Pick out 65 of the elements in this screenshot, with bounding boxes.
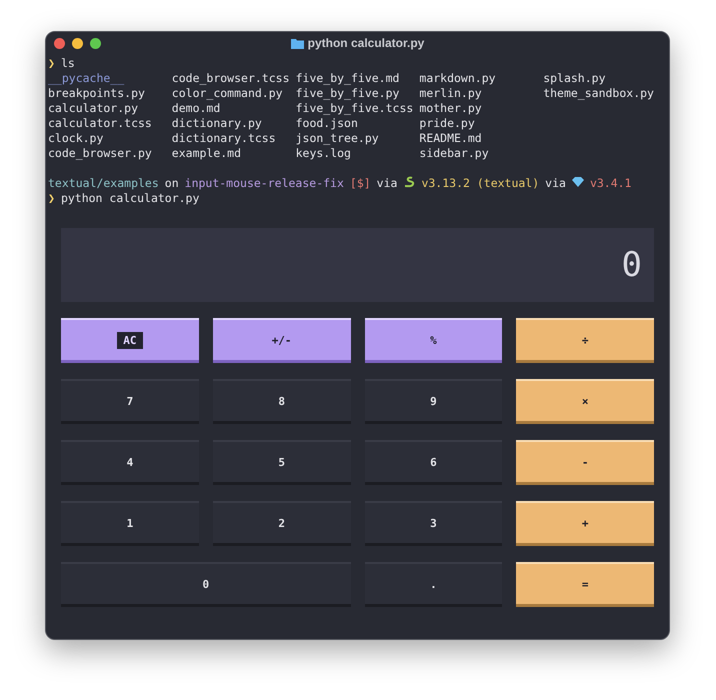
- calculator-key[interactable]: 7: [61, 379, 199, 424]
- file-name: code_browser.tcss: [172, 71, 290, 86]
- file-name: sidebar.py: [419, 146, 490, 161]
- prompt-text: on: [164, 176, 179, 191]
- branch-text: input-mouse-release-fix: [184, 176, 344, 191]
- file-name: dictionary.py: [172, 116, 263, 131]
- prompt-path: textual/examples: [48, 176, 159, 191]
- calculator-key[interactable]: ×: [516, 379, 654, 424]
- calculator-key[interactable]: AC: [61, 318, 199, 363]
- prompt-text: via: [376, 176, 398, 191]
- calculator-key[interactable]: %: [364, 318, 502, 363]
- file-name: dictionary.tcss: [172, 131, 277, 146]
- file-name: calculator.py: [48, 101, 140, 116]
- file-name: splash.py: [543, 71, 606, 86]
- calculator-key[interactable]: .: [364, 562, 502, 607]
- file-name: merlin.py: [419, 86, 483, 101]
- file-name: clock.py: [48, 131, 104, 146]
- calculator-key[interactable]: 1: [61, 501, 199, 546]
- command-text: ls: [60, 56, 75, 71]
- git-status: [$]: [350, 176, 371, 191]
- calculator-key[interactable]: 6: [364, 440, 502, 485]
- calculator-key[interactable]: ÷: [516, 318, 654, 363]
- calculator-key[interactable]: =: [516, 562, 654, 607]
- ruby-version: v3.4.1: [590, 176, 632, 191]
- file-name: example.md: [172, 146, 242, 161]
- calculator-key[interactable]: 4: [61, 440, 199, 485]
- file-name: json_tree.py: [296, 131, 380, 146]
- calculator-key[interactable]: 3: [364, 501, 502, 546]
- file-name: theme_sandbox.py: [543, 86, 655, 101]
- file-name: five_by_five.py: [296, 86, 400, 101]
- file-name: food.json: [296, 116, 359, 131]
- command-text: python calculator.py: [60, 191, 200, 206]
- file-name: __pycache__: [48, 71, 126, 86]
- close-button[interactable]: [54, 38, 65, 48]
- file-name: code_browser.py: [48, 146, 153, 161]
- calculator-key[interactable]: +/-: [212, 318, 350, 363]
- file-name: keys.log: [296, 146, 352, 161]
- calculator-key[interactable]: 0: [61, 562, 350, 607]
- calculator-key[interactable]: -: [516, 440, 654, 485]
- calculator-key[interactable]: 5: [212, 440, 350, 485]
- prompt-text: via: [545, 176, 566, 191]
- display-value: 0: [622, 245, 642, 285]
- calculator-key[interactable]: 2: [212, 501, 350, 546]
- snake-icon: [403, 176, 416, 188]
- file-name: markdown.py: [419, 71, 497, 86]
- file-name: five_by_five.md: [296, 71, 400, 86]
- file-name: README.md: [419, 131, 483, 146]
- file-name: calculator.tcss: [48, 116, 153, 131]
- file-name: mother.py: [419, 101, 483, 116]
- file-name: color_command.py: [172, 86, 284, 101]
- file-name: demo.md: [172, 101, 222, 116]
- gem-icon: [572, 176, 584, 188]
- calculator-key[interactable]: 9: [364, 379, 502, 424]
- file-name: breakpoints.py: [48, 86, 146, 101]
- calculator-key[interactable]: 8: [212, 379, 350, 424]
- prompt-symbol: ❯: [48, 56, 55, 71]
- minimize-button[interactable]: [72, 38, 83, 48]
- python-version: v3.13.2 (textual): [421, 176, 540, 191]
- folder-icon: [290, 38, 304, 48]
- prompt-symbol: ❯: [48, 191, 55, 206]
- window-title: python calculator.py: [290, 36, 424, 50]
- zoom-button[interactable]: [90, 38, 101, 48]
- file-name: five_by_five.tcss: [296, 101, 414, 116]
- calculator-key[interactable]: +: [516, 501, 654, 546]
- file-name: pride.py: [419, 116, 476, 131]
